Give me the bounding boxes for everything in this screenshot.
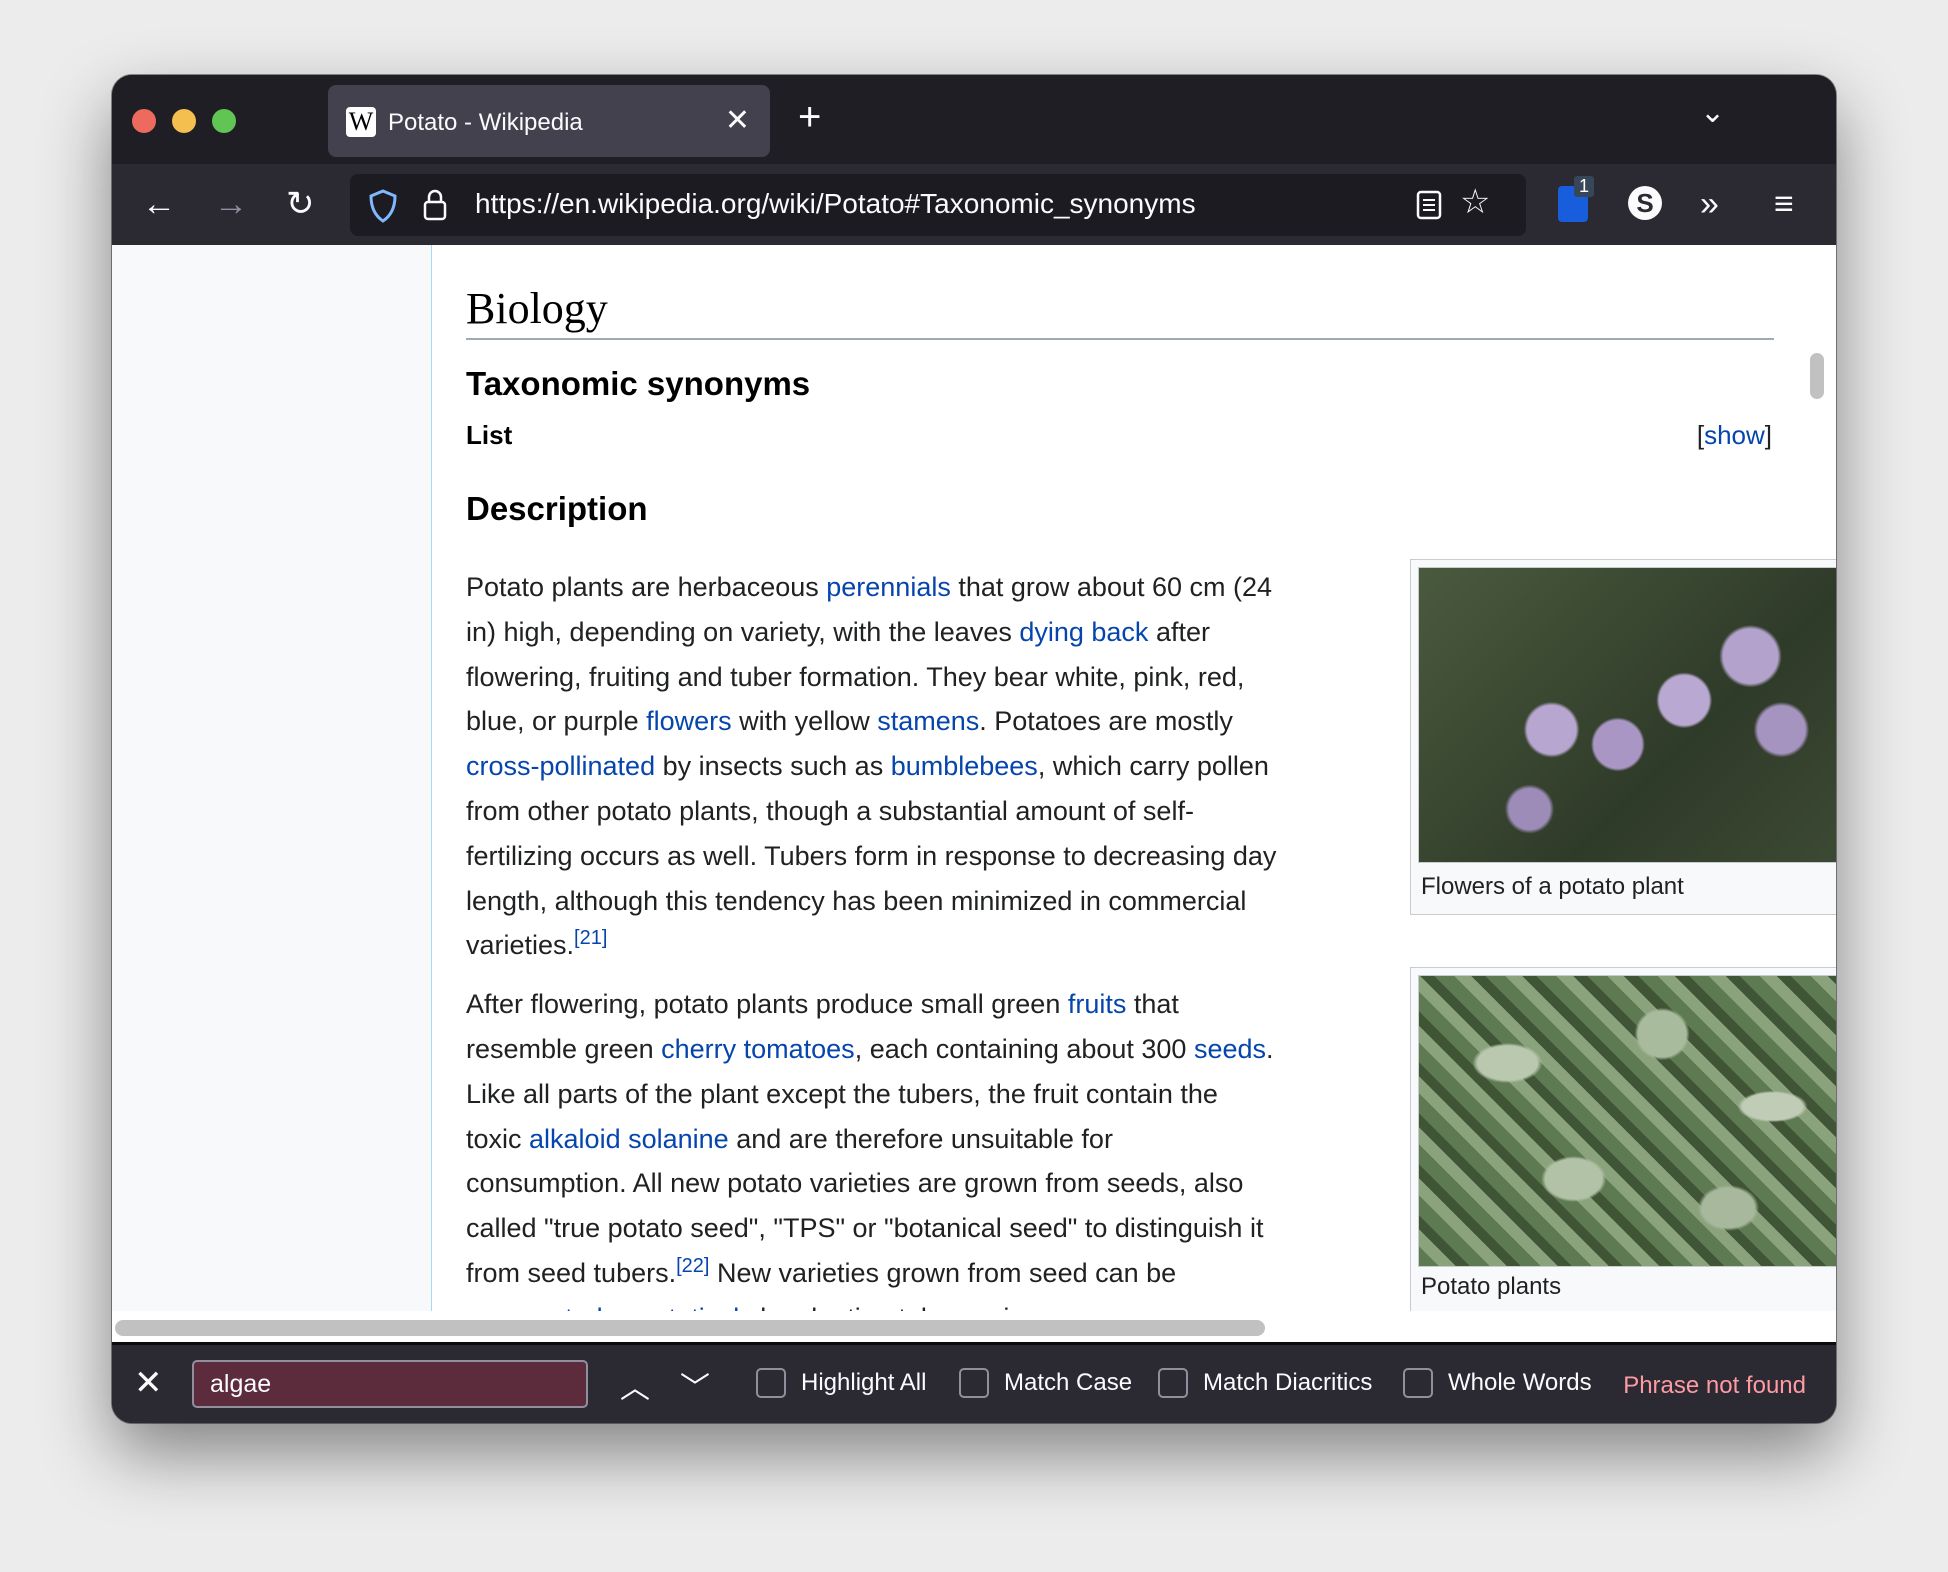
browser-window: W Potato - Wikipedia ✕ + ⌄ ← → ↻ https:/… xyxy=(112,75,1836,1423)
checkbox-box[interactable] xyxy=(1403,1368,1433,1398)
lock-icon[interactable] xyxy=(422,188,448,222)
nav-toolbar: ← → ↻ https://en.wikipedia.org/wiki/Pota… xyxy=(112,164,1836,245)
list-label: List xyxy=(466,420,513,450)
bracket: [ xyxy=(1696,420,1705,450)
checkbox-label: Match Case xyxy=(1004,1369,1133,1396)
text: . Potatoes are mostly xyxy=(979,706,1233,737)
back-arrow-icon[interactable]: ← xyxy=(142,182,176,226)
wiki-link[interactable]: cherry tomatoes xyxy=(661,1034,855,1064)
paragraph: Potato plants are herbaceous perennials … xyxy=(466,565,1278,968)
show-toggle: [show] xyxy=(1697,420,1772,451)
checkbox-label: Match Diacritics xyxy=(1203,1369,1373,1396)
text: , each containing about 300 xyxy=(854,1033,1194,1064)
shield-icon[interactable] xyxy=(368,189,398,223)
left-sidebar xyxy=(112,245,432,1311)
plants-image[interactable] xyxy=(1418,975,1836,1267)
tab-potato[interactable]: W Potato - Wikipedia ✕ xyxy=(328,85,770,157)
wiki-link[interactable]: solanine xyxy=(628,1124,729,1154)
match-case-checkbox[interactable]: Match Case xyxy=(959,1368,1132,1398)
flowers-image[interactable] xyxy=(1418,567,1836,863)
checkbox-box[interactable] xyxy=(756,1368,786,1398)
horizontal-scrollbar-thumb[interactable] xyxy=(115,1320,1265,1336)
url-bar[interactable]: https://en.wikipedia.org/wiki/Potato#Tax… xyxy=(350,174,1526,236)
wiki-link[interactable]: flowers xyxy=(646,706,732,736)
text: by planting tubers, pieces xyxy=(753,1303,1066,1311)
forward-arrow-icon[interactable]: → xyxy=(214,182,248,226)
bracket: ] xyxy=(1764,420,1772,450)
citation: [22] xyxy=(676,1255,709,1277)
wiki-link[interactable]: stamens xyxy=(877,706,979,736)
caption: Potato plants xyxy=(1421,1273,1562,1300)
checkbox-box[interactable] xyxy=(1158,1368,1188,1398)
paragraph: After flowering, potato plants produce s… xyxy=(466,982,1278,1311)
find-previous-chevron-up-icon[interactable]: ︿ xyxy=(620,1363,650,1407)
tab-title: Potato - Wikipedia xyxy=(388,109,583,136)
bookmark-star-icon[interactable]: ☆ xyxy=(1460,182,1490,222)
checkbox-label: Highlight All xyxy=(801,1369,927,1396)
horizontal-scrollbar[interactable] xyxy=(112,1311,1836,1342)
minimize-window-button[interactable] xyxy=(172,109,196,133)
checkbox-label: Whole Words xyxy=(1448,1369,1592,1396)
menu-hamburger-icon[interactable]: ≡ xyxy=(1774,182,1794,226)
text xyxy=(621,1124,629,1154)
new-tab-button[interactable]: + xyxy=(798,95,821,140)
thumbnail-flowers: Flowers of a potato plant⧉ xyxy=(1410,559,1836,915)
reload-icon[interactable]: ↻ xyxy=(286,182,315,226)
citation: [21] xyxy=(574,927,607,949)
caption: Flowers of a potato plant xyxy=(1421,873,1684,900)
wiki-link[interactable]: cross-pollinated xyxy=(466,751,655,781)
heading-description: Description xyxy=(466,490,648,527)
close-window-button[interactable] xyxy=(132,109,156,133)
wiki-link[interactable]: fruits xyxy=(1068,989,1127,1019)
close-tab-icon[interactable]: ✕ xyxy=(725,103,750,138)
find-bar: ✕ ︿ ﹀ Highlight All Match Case Match Dia… xyxy=(112,1342,1836,1423)
find-input[interactable] xyxy=(192,1360,588,1408)
find-status: Phrase not found xyxy=(1623,1372,1806,1399)
heading-taxonomic-synonyms: Taxonomic synonyms xyxy=(466,365,811,402)
wiki-link[interactable]: alkaloid xyxy=(529,1124,621,1154)
zoom-window-button[interactable] xyxy=(212,109,236,133)
more-tools-chevrons-icon[interactable]: » xyxy=(1700,182,1719,226)
thumbnail-plants: Potato plants⧉ xyxy=(1410,967,1836,1311)
wikipedia-favicon-icon: W xyxy=(346,107,376,137)
text: with yellow xyxy=(731,706,878,737)
page-content: Biology Taxonomic synonyms List [show] D… xyxy=(112,245,1836,1311)
wiki-link[interactable]: bumblebees xyxy=(891,751,1038,781)
article-body: Potato plants are herbaceous perennials … xyxy=(466,565,1278,1311)
wiki-link[interactable]: perennials xyxy=(826,572,951,602)
vertical-scrollbar-thumb[interactable] xyxy=(1810,353,1824,399)
wiki-link[interactable]: dying back xyxy=(1019,617,1148,647)
tab-bar: W Potato - Wikipedia ✕ + ⌄ xyxy=(112,75,1836,164)
citation-link[interactable]: [21] xyxy=(574,927,607,949)
wiki-link[interactable]: seeds xyxy=(1194,1034,1266,1064)
url-text[interactable]: https://en.wikipedia.org/wiki/Potato#Tax… xyxy=(475,188,1196,220)
find-next-chevron-down-icon[interactable]: ﹀ xyxy=(680,1363,710,1407)
wiki-link[interactable]: propagated vegetatively xyxy=(466,1303,753,1311)
text: New varieties grown from seed can be xyxy=(709,1257,1177,1288)
text: After flowering, potato plants produce s… xyxy=(466,989,1068,1020)
article: Biology Taxonomic synonyms List [show] D… xyxy=(466,245,1836,1311)
close-find-bar-icon[interactable]: ✕ xyxy=(134,1363,163,1403)
match-diacritics-checkbox[interactable]: Match Diacritics xyxy=(1158,1368,1372,1398)
show-link[interactable]: show xyxy=(1704,420,1765,450)
list-tabs-chevron-down-icon[interactable]: ⌄ xyxy=(1700,95,1725,130)
extension-badge: 1 xyxy=(1574,176,1595,197)
whole-words-checkbox[interactable]: Whole Words xyxy=(1403,1368,1592,1398)
checkbox-box[interactable] xyxy=(959,1368,989,1398)
text: Potato plants are herbaceous xyxy=(466,572,827,602)
highlight-all-checkbox[interactable]: Highlight All xyxy=(756,1368,926,1398)
extension-s-icon[interactable]: S xyxy=(1628,186,1662,220)
reader-view-icon[interactable] xyxy=(1416,190,1442,220)
text: by insects such as xyxy=(655,751,891,782)
section-heading-biology: Biology xyxy=(466,283,1774,340)
citation-link[interactable]: [22] xyxy=(676,1255,709,1277)
